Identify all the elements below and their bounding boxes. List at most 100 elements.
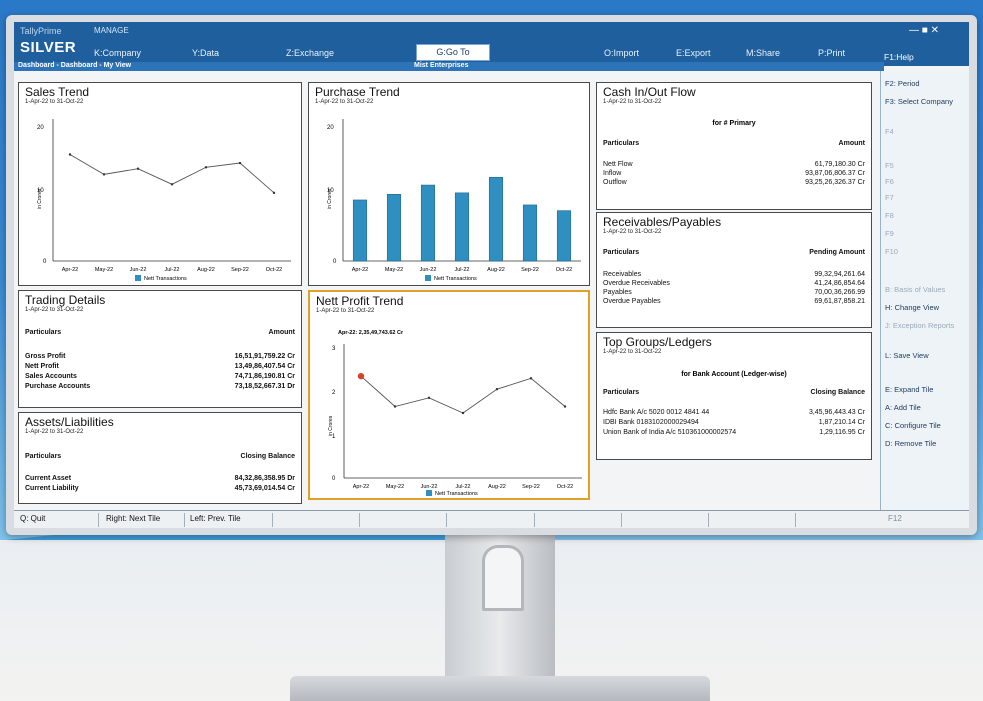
x-tick-label: Sep-22	[231, 267, 249, 273]
edition-label: SILVER	[20, 39, 77, 56]
x-tick-label: Aug-22	[488, 484, 506, 490]
tile-title: Cash In/Out Flow	[603, 85, 696, 99]
f8-button[interactable]: F8	[885, 211, 894, 220]
bar	[522, 204, 538, 262]
y-axis-label: in Crores	[327, 188, 333, 209]
data-point	[272, 191, 276, 195]
table-row: Nett Flow 61,79,180.30 Cr	[603, 161, 865, 168]
x-tick-label: Jun-22	[130, 267, 147, 273]
quit-button[interactable]: Q: Quit	[20, 514, 45, 523]
change-view-button[interactable]: H: Change View	[885, 303, 939, 312]
x-tick-label: Oct-22	[557, 484, 574, 490]
company-name: Mist Enterprises	[414, 62, 469, 69]
highlight-point	[357, 372, 365, 380]
legend-swatch	[425, 275, 431, 281]
x-tick-label: Apr-22	[352, 267, 369, 273]
f4-button[interactable]: F4	[885, 127, 894, 136]
basis-of-values-button[interactable]: B: Basis of Values	[885, 285, 965, 294]
table-row: Overdue Payables 69,61,87,858.21	[603, 298, 865, 305]
configure-tile-button[interactable]: C: Configure Tile	[885, 421, 941, 430]
menu-exchange[interactable]: Z:Exchange	[286, 48, 334, 58]
brand-logo: TallyPrime	[20, 26, 62, 36]
x-tick-label: Oct-22	[556, 267, 573, 273]
tile-purchase-trend[interactable]: Purchase Trend 1-Apr-22 to 31-Oct-22 20 …	[308, 82, 590, 286]
y-tick: 20	[327, 125, 334, 131]
window-controls[interactable]: — ■ ✕	[909, 25, 939, 36]
tile-cash-flow[interactable]: Cash In/Out Flow 1-Apr-22 to 31-Oct-22 f…	[596, 82, 872, 210]
select-company-button[interactable]: F3: Select Company	[885, 97, 955, 106]
menu-share[interactable]: M:Share	[746, 48, 780, 58]
tile-period: 1-Apr-22 to 31-Oct-22	[316, 308, 375, 314]
divider	[184, 513, 185, 527]
divider	[98, 513, 99, 527]
data-point	[427, 396, 431, 400]
tile-period: 1-Apr-22 to 31-Oct-22	[603, 349, 662, 355]
x-tick-label: May-22	[95, 267, 113, 273]
table-row: Overdue Receivables 41,24,86,854.64	[603, 280, 865, 287]
brand-manage-label: MANAGE	[94, 26, 129, 35]
x-tick-label: Apr-22	[62, 267, 79, 273]
sales-trend-chart: 20 10 0 in Crores Apr-22 May-22 Jun-22 Jul-…	[37, 119, 291, 282]
menu-data[interactable]: Y:Data	[192, 48, 219, 58]
tile-assets-liabilities[interactable]: Assets/Liabilities 1-Apr-22 to 31-Oct-22…	[18, 412, 302, 504]
tally-screen: TallyPrime MANAGE SILVER K:Company Y:Dat…	[14, 22, 969, 528]
tile-period: 1-Apr-22 to 31-Oct-22	[315, 99, 374, 105]
tile-nett-profit-trend[interactable]: Nett Profit Trend 1-Apr-22 to 31-Oct-22 …	[308, 290, 590, 500]
purchase-trend-chart: 20 10 0 in Crores Apr-22 May-22 Jun-22 Jul-…	[327, 119, 581, 282]
f6-button[interactable]: F6	[885, 177, 894, 186]
menu-help[interactable]: F1:Help	[884, 52, 914, 62]
tile-receivables-payables[interactable]: Receivables/Payables 1-Apr-22 to 31-Oct-…	[596, 212, 872, 328]
f5-button[interactable]: F5	[885, 161, 894, 170]
f7-button[interactable]: F7	[885, 193, 894, 202]
legend-label: Nett Transactions	[435, 491, 478, 497]
tile-trading-details[interactable]: Trading Details 1-Apr-22 to 31-Oct-22 Pa…	[18, 290, 302, 408]
add-tile-button[interactable]: A: Add Tile	[885, 403, 921, 412]
x-tick-label: May-22	[385, 267, 403, 273]
table-row: Payables 70,00,36,266.99	[603, 289, 865, 296]
table-header: Particulars Amount	[25, 329, 295, 336]
tile-sales-trend[interactable]: Sales Trend 1-Apr-22 to 31-Oct-22 20 10 …	[18, 82, 302, 286]
menu-print[interactable]: P:Print	[818, 48, 845, 58]
menu-import[interactable]: O:Import	[604, 48, 639, 58]
period-button[interactable]: F2: Period	[885, 79, 920, 88]
save-view-button[interactable]: L: Save View	[885, 351, 929, 360]
series-line	[360, 375, 566, 414]
bar	[386, 194, 402, 262]
tile-top-groups-ledgers[interactable]: Top Groups/Ledgers 1-Apr-22 to 31-Oct-22…	[596, 332, 872, 460]
divider	[446, 513, 447, 527]
tile-title: Receivables/Payables	[603, 215, 722, 229]
y-tick: 2	[332, 390, 336, 396]
breadcrumb: Dashboard - Dashboard - My View	[18, 62, 132, 69]
tooltip: Apr-22: 2,35,49,743.62 Cr	[338, 330, 404, 336]
f9-button[interactable]: F9	[885, 229, 894, 238]
x-tick-label: Aug-22	[197, 267, 215, 273]
f10-button[interactable]: F10	[885, 247, 898, 256]
y-tick: 3	[332, 346, 336, 352]
f12-button[interactable]: F12	[888, 514, 902, 523]
bar	[454, 192, 470, 262]
goto-button[interactable]: G:Go To	[416, 44, 490, 61]
legend-label: Nett Transactions	[434, 276, 477, 282]
bar	[556, 210, 572, 262]
divider	[708, 513, 709, 527]
data-point	[393, 405, 397, 408]
next-tile-button[interactable]: Right: Next Tile	[106, 514, 160, 523]
data-point	[68, 153, 72, 156]
menu-export[interactable]: E:Export	[676, 48, 711, 58]
y-tick: 0	[333, 259, 337, 265]
tile-title: Top Groups/Ledgers	[603, 335, 712, 349]
monitor-stand-base	[290, 676, 710, 701]
prev-tile-button[interactable]: Left: Prev. Tile	[190, 514, 241, 523]
tile-period: 1-Apr-22 to 31-Oct-22	[25, 307, 84, 313]
y-tick: 0	[43, 259, 47, 265]
expand-tile-button[interactable]: E: Expand Tile	[885, 385, 933, 394]
table-row: Outflow 93,25,26,326.37 Cr	[603, 179, 865, 186]
bottom-bar: Q: Quit Right: Next Tile Left: Prev. Til…	[14, 510, 969, 528]
data-point	[529, 377, 533, 380]
exception-reports-button[interactable]: J: Exception Reports	[885, 321, 955, 330]
remove-tile-button[interactable]: D: Remove Tile	[885, 439, 936, 448]
button-bar-right: F2: Period F3: Select Company F4 F5 F6 F…	[880, 71, 969, 511]
table-row: Gross Profit 16,51,91,759.22 Cr	[25, 353, 295, 360]
monitor-stand-cable-hole	[482, 545, 524, 611]
menu-company[interactable]: K:Company	[94, 48, 141, 58]
